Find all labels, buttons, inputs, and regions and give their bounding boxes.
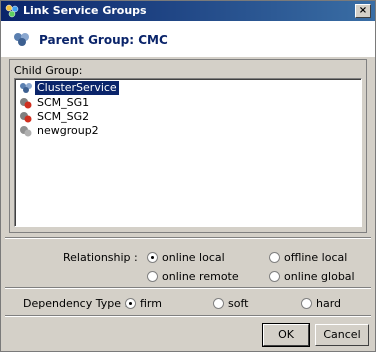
parent-group-label: Parent Group: CMC bbox=[39, 33, 168, 47]
radio-firm[interactable] bbox=[125, 298, 136, 309]
radio-online-remote-label[interactable]: online remote bbox=[162, 270, 239, 283]
child-group-list[interactable]: ClusterService SCM_SG1 SCM_SG2 newgroup2 bbox=[14, 78, 362, 227]
list-item[interactable]: ClusterService bbox=[17, 80, 357, 96]
service-group-faulted-icon bbox=[20, 112, 32, 123]
service-group-offline-icon bbox=[20, 126, 32, 137]
child-group-label: Child Group: bbox=[14, 64, 83, 77]
list-item-label: ClusterService bbox=[34, 80, 120, 96]
radio-soft[interactable] bbox=[213, 298, 224, 309]
radio-hard[interactable] bbox=[301, 298, 312, 309]
radio-soft-label[interactable]: soft bbox=[228, 297, 248, 310]
parent-group-header: Parent Group: CMC bbox=[1, 21, 375, 57]
divider bbox=[5, 237, 371, 239]
service-group-faulted-icon bbox=[20, 98, 32, 109]
radio-online-local[interactable] bbox=[147, 252, 158, 263]
list-item[interactable]: SCM_SG1 bbox=[17, 96, 357, 110]
cluster-group-icon bbox=[14, 33, 29, 46]
list-item-label: SCM_SG1 bbox=[37, 96, 90, 109]
divider bbox=[5, 315, 371, 317]
radio-online-global-label[interactable]: online global bbox=[284, 270, 355, 283]
title-bar[interactable]: Link Service Groups × bbox=[1, 1, 375, 21]
radio-hard-label[interactable]: hard bbox=[316, 297, 341, 310]
radio-online-remote[interactable] bbox=[147, 271, 158, 282]
ok-button[interactable]: OK bbox=[262, 323, 310, 347]
list-item[interactable]: SCM_SG2 bbox=[17, 110, 357, 124]
close-button[interactable]: × bbox=[355, 4, 371, 18]
list-item-label: newgroup2 bbox=[37, 124, 99, 137]
list-item[interactable]: newgroup2 bbox=[17, 124, 357, 138]
radio-firm-label[interactable]: firm bbox=[140, 297, 162, 310]
list-item-label: SCM_SG2 bbox=[37, 110, 90, 123]
divider bbox=[5, 287, 371, 289]
dependency-type-label: Dependency Type : bbox=[23, 297, 129, 310]
radio-online-local-label[interactable]: online local bbox=[162, 251, 225, 264]
radio-offline-local-label[interactable]: offline local bbox=[284, 251, 347, 264]
child-group-frame: Child Group: ClusterService SCM_SG1 SCM_… bbox=[9, 59, 367, 233]
radio-offline-local[interactable] bbox=[269, 252, 280, 263]
cancel-button[interactable]: Cancel bbox=[315, 324, 369, 346]
window-title: Link Service Groups bbox=[23, 4, 147, 17]
close-icon: × bbox=[358, 5, 368, 16]
service-groups-icon bbox=[5, 4, 19, 18]
radio-online-global[interactable] bbox=[269, 271, 280, 282]
dialog-window: Link Service Groups × Parent Group: CMC … bbox=[0, 0, 376, 352]
cluster-group-icon bbox=[20, 83, 32, 93]
relationship-label: Relationship : bbox=[63, 251, 138, 264]
